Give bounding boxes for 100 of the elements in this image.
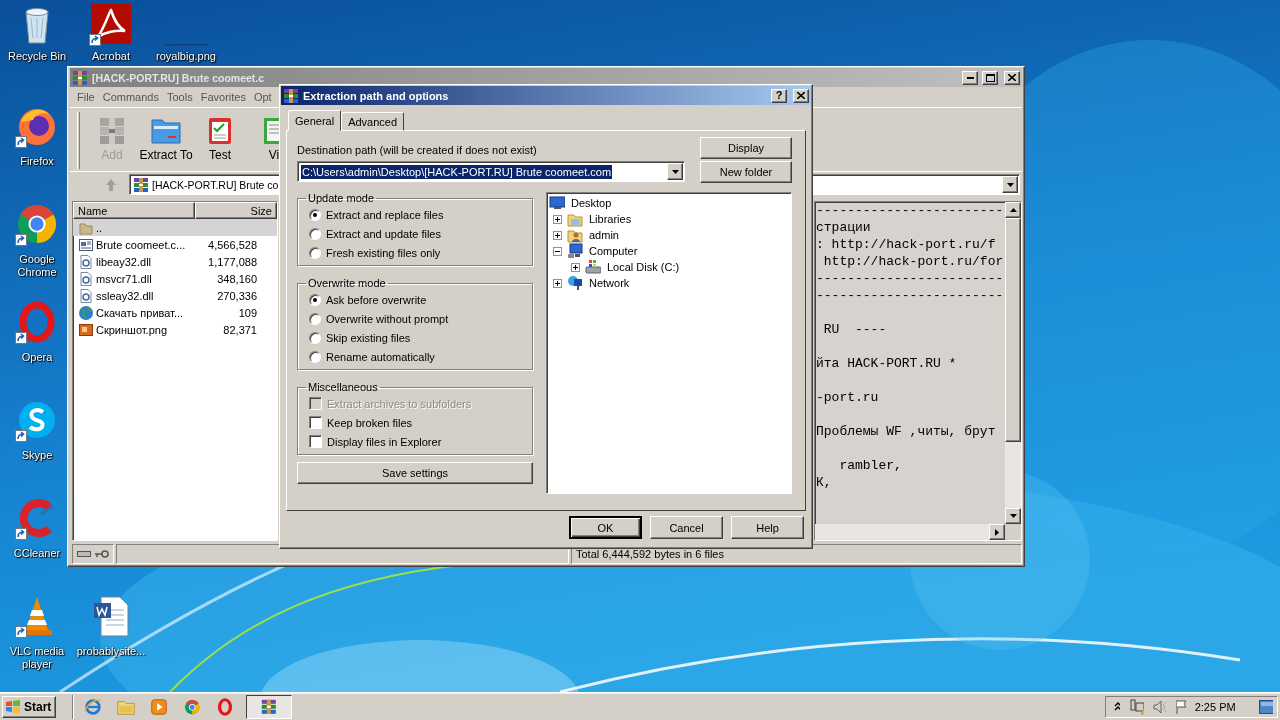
- monitor-icon: [549, 195, 565, 211]
- tab[interactable]: Advanced: [341, 112, 405, 131]
- dialog-button[interactable]: Cancel: [650, 516, 723, 539]
- tree-item[interactable]: admin: [587, 229, 619, 241]
- browser-icon[interactable]: [15, 202, 59, 246]
- save-settings-button[interactable]: Save settings: [297, 462, 533, 484]
- option-label[interactable]: Extract and replace files: [326, 208, 444, 221]
- vertical-scrollbar[interactable]: [1005, 202, 1021, 524]
- horizontal-scrollbar[interactable]: [815, 524, 1021, 540]
- radio-button[interactable]: [309, 331, 321, 344]
- up-arrow-icon: [105, 177, 117, 192]
- file-row[interactable]: msvcr71.dll 348,160: [73, 270, 277, 287]
- file-row[interactable]: ssleay32.dll 270,336: [73, 287, 277, 304]
- toolbar-button[interactable]: Test: [193, 112, 247, 169]
- file-row[interactable]: libeay32.dll 1,177,088: [73, 253, 277, 270]
- maximize-button[interactable]: [982, 70, 998, 85]
- close-button[interactable]: [1004, 70, 1020, 85]
- text-line: страции: [816, 219, 872, 236]
- tree-item[interactable]: Network: [587, 277, 630, 289]
- dropdown-button[interactable]: [1002, 176, 1018, 193]
- dialog-button[interactable]: OK: [569, 516, 642, 539]
- dialog-button[interactable]: Display: [700, 137, 792, 159]
- show-desktop-icon[interactable]: [1258, 699, 1273, 714]
- dialog-button[interactable]: Help: [731, 516, 804, 539]
- file-name: Brute coomeet.c...: [96, 238, 186, 251]
- flag-icon[interactable]: [1174, 699, 1186, 714]
- expand-icon[interactable]: [553, 230, 562, 240]
- file-row[interactable]: Скачать приват... 109: [73, 304, 277, 321]
- option-label[interactable]: Overwrite without prompt: [326, 312, 449, 325]
- menu-item[interactable]: Commands: [98, 91, 163, 103]
- tree-item[interactable]: Computer: [587, 245, 638, 257]
- option-label[interactable]: Fresh existing files only: [326, 246, 441, 259]
- close-button[interactable]: [793, 88, 809, 103]
- checkbox[interactable]: [309, 416, 322, 429]
- minimize-button[interactable]: [962, 70, 978, 85]
- column-header[interactable]: Size: [195, 202, 277, 219]
- start-button[interactable]: Start: [2, 695, 57, 718]
- file-row[interactable]: ..: [73, 219, 277, 236]
- radio-button[interactable]: [309, 227, 321, 240]
- clock: 2:25 PM: [1194, 700, 1236, 713]
- pdf-app-icon[interactable]: [89, 2, 133, 46]
- column-header[interactable]: Name: [73, 202, 195, 219]
- tree-item[interactable]: Local Disk (C:): [605, 261, 680, 273]
- file-name: Скриншот.png: [96, 323, 168, 336]
- file-size: 1,177,088: [207, 255, 258, 268]
- network-warning-icon[interactable]: [1129, 698, 1144, 715]
- file-row[interactable]: Скриншот.png 82,371: [73, 321, 277, 338]
- key-icon: [95, 549, 109, 559]
- file-name: libeay32.dll: [96, 255, 152, 268]
- icon-label: Recycle Bin: [7, 50, 67, 63]
- scroll-right-icon: [995, 528, 999, 536]
- menu-item[interactable]: Opt: [249, 91, 276, 103]
- taskbar-app-button[interactable]: [246, 694, 293, 719]
- file-row[interactable]: Brute coomeet.c... 4,566,528: [73, 236, 277, 253]
- dropdown-button[interactable]: [667, 163, 683, 180]
- expand-icon[interactable]: [571, 262, 580, 272]
- chevron-up-icon[interactable]: [1114, 702, 1121, 711]
- option-label[interactable]: Rename automatically: [326, 350, 435, 363]
- maximize-icon: [985, 73, 995, 82]
- radio-button[interactable]: [309, 350, 321, 363]
- menu-item[interactable]: Favorites: [196, 91, 250, 103]
- gear-file-icon: [78, 270, 94, 287]
- toolbar-button[interactable]: Extract To: [139, 112, 193, 169]
- tab[interactable]: General: [288, 110, 342, 131]
- group-title: Update mode: [307, 192, 376, 204]
- file-name: ..: [96, 221, 103, 234]
- speaker-icon[interactable]: [1152, 699, 1166, 714]
- menu-item[interactable]: File: [73, 91, 99, 103]
- text-line: Проблемы WF ,читы, брут: [816, 423, 997, 440]
- option-label[interactable]: Skip existing files: [326, 331, 411, 344]
- group-title: Overwrite mode: [307, 277, 387, 289]
- dialog-button[interactable]: New folder: [700, 161, 792, 183]
- drive-icon: [77, 550, 91, 558]
- file-size: 109: [237, 306, 258, 319]
- expand-icon[interactable]: [553, 278, 562, 288]
- checkbox[interactable]: [309, 435, 322, 448]
- tree-item[interactable]: Libraries: [587, 213, 632, 225]
- path-field[interactable]: C:\Users\admin\Desktop\[HACK-PORT.RU] Brute coomeet.com: [297, 161, 685, 182]
- window-title: Extraction path and options: [303, 89, 450, 102]
- scroll-up-icon: [1009, 208, 1017, 212]
- icon-label: VLC media player: [8, 645, 66, 671]
- text-line: RU ----: [822, 321, 888, 338]
- file-size: 270,336: [216, 289, 258, 302]
- archive-app-icon: [72, 69, 88, 86]
- help-button[interactable]: ?: [771, 88, 787, 103]
- file-name: msvcr71.dll: [96, 272, 152, 285]
- option-label[interactable]: Display files in Explorer: [327, 435, 442, 448]
- option-label[interactable]: Extract and update files: [326, 227, 441, 240]
- option-label[interactable]: Ask before overwrite: [326, 293, 427, 306]
- disk-drive-icon: [585, 259, 601, 275]
- menu-item[interactable]: Tools: [163, 91, 197, 103]
- radio-button[interactable]: [309, 208, 321, 221]
- option-label[interactable]: Keep broken files: [327, 416, 412, 429]
- tree-item[interactable]: Desktop: [569, 197, 612, 209]
- archive-app-icon: [283, 87, 299, 104]
- collapse-icon[interactable]: [553, 246, 562, 256]
- expand-icon[interactable]: [553, 214, 562, 224]
- windows-flag-icon: [5, 699, 21, 714]
- close-icon: [1008, 74, 1016, 81]
- icon-label: Firefox: [20, 155, 54, 168]
